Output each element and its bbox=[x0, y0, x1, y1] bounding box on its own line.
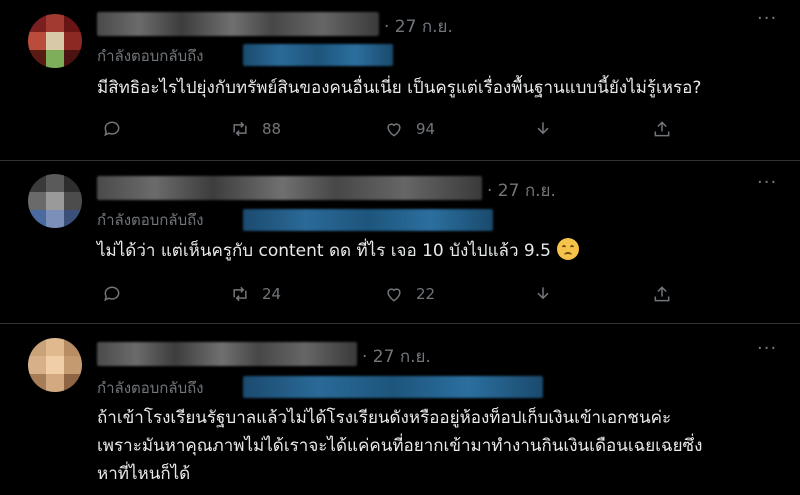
mention-blurred[interactable] bbox=[243, 44, 393, 66]
tweet-text: ถ้าเข้าโรงเรียนรัฐบาลแล้วไม่ได้โรงเรียนด… bbox=[97, 404, 702, 488]
share-icon bbox=[654, 286, 670, 302]
replying-to-label: กำลังตอบกลับถึง bbox=[97, 379, 204, 397]
retweet-icon bbox=[233, 286, 247, 302]
retweet-icon bbox=[233, 121, 247, 137]
replying-to-label: กำลังตอบกลับถึง bbox=[97, 211, 204, 229]
tweet-text-line: หาที่ไหนก็ได้ bbox=[97, 464, 191, 484]
replying-to-label: กำลังตอบกลับถึง bbox=[97, 47, 204, 65]
retweet-count: 88 bbox=[262, 120, 282, 138]
mention-blurred[interactable] bbox=[243, 376, 543, 398]
avatar[interactable] bbox=[28, 174, 82, 228]
heart-icon bbox=[387, 123, 401, 137]
username-blurred[interactable] bbox=[97, 12, 379, 36]
reply-icon bbox=[104, 286, 120, 302]
more-dots-icon[interactable]: ··· bbox=[757, 338, 777, 359]
tweet-1[interactable]: · 27 ก.ย. ··· กำลังตอบกลับถึง มีสิทธิอะไ… bbox=[0, 0, 800, 160]
more-dots-icon[interactable]: ··· bbox=[757, 8, 777, 29]
retweet-count: 24 bbox=[262, 285, 282, 303]
avatar[interactable] bbox=[28, 14, 82, 68]
retweet-button[interactable]: 24 bbox=[230, 284, 281, 304]
share-icon bbox=[654, 121, 670, 137]
tweet-3[interactable]: · 27 ก.ย. ··· กำลังตอบกลับถึง ถ้าเข้าโรง… bbox=[0, 324, 800, 495]
more-dots-icon[interactable]: ··· bbox=[757, 172, 777, 193]
bookmark-button[interactable] bbox=[533, 119, 553, 139]
tweet-text-line: ไม่ได้ว่า แต่เห็นครูกับ content ดด ที่ไร… bbox=[97, 241, 551, 261]
timestamp[interactable]: · 27 ก.ย. bbox=[487, 177, 556, 204]
mention-blurred[interactable] bbox=[243, 209, 493, 231]
avatar[interactable] bbox=[28, 338, 82, 392]
tweet-2[interactable]: · 27 ก.ย. ··· กำลังตอบกลับถึง ไม่ได้ว่า … bbox=[0, 161, 800, 323]
like-button[interactable]: 22 bbox=[384, 284, 435, 304]
username-blurred[interactable] bbox=[97, 342, 357, 366]
timestamp[interactable]: · 27 ก.ย. bbox=[362, 343, 431, 370]
reply-button[interactable] bbox=[102, 119, 122, 139]
download-icon bbox=[537, 122, 549, 135]
share-button[interactable] bbox=[652, 119, 672, 139]
tweet-text-line: เพราะมันหาคุณภาพไม่ได้เราจะได้แค่คนที่อย… bbox=[97, 436, 703, 456]
worried-face-emoji bbox=[556, 238, 579, 260]
share-button[interactable] bbox=[652, 284, 672, 304]
reply-button[interactable] bbox=[102, 284, 122, 304]
like-count: 22 bbox=[416, 285, 436, 303]
reply-icon bbox=[104, 121, 120, 137]
tweet-text: ไม่ได้ว่า แต่เห็นครูกับ content ดด ที่ไร… bbox=[97, 237, 579, 265]
download-icon bbox=[537, 287, 549, 300]
tweet-text-line: มีสิทธิอะไรไปยุ่งกับทรัพย์สินของคนอื่นเน… bbox=[97, 78, 702, 98]
timestamp[interactable]: · 27 ก.ย. bbox=[384, 13, 453, 40]
like-button[interactable]: 94 bbox=[384, 119, 435, 139]
username-blurred[interactable] bbox=[97, 176, 482, 200]
retweet-button[interactable]: 88 bbox=[230, 119, 281, 139]
heart-icon bbox=[387, 288, 401, 302]
like-count: 94 bbox=[416, 120, 436, 138]
tweet-text: มีสิทธิอะไรไปยุ่งกับทรัพย์สินของคนอื่นเน… bbox=[97, 74, 701, 102]
bookmark-button[interactable] bbox=[533, 284, 553, 304]
tweet-text-line: ถ้าเข้าโรงเรียนรัฐบาลแล้วไม่ได้โรงเรียนด… bbox=[97, 408, 672, 428]
